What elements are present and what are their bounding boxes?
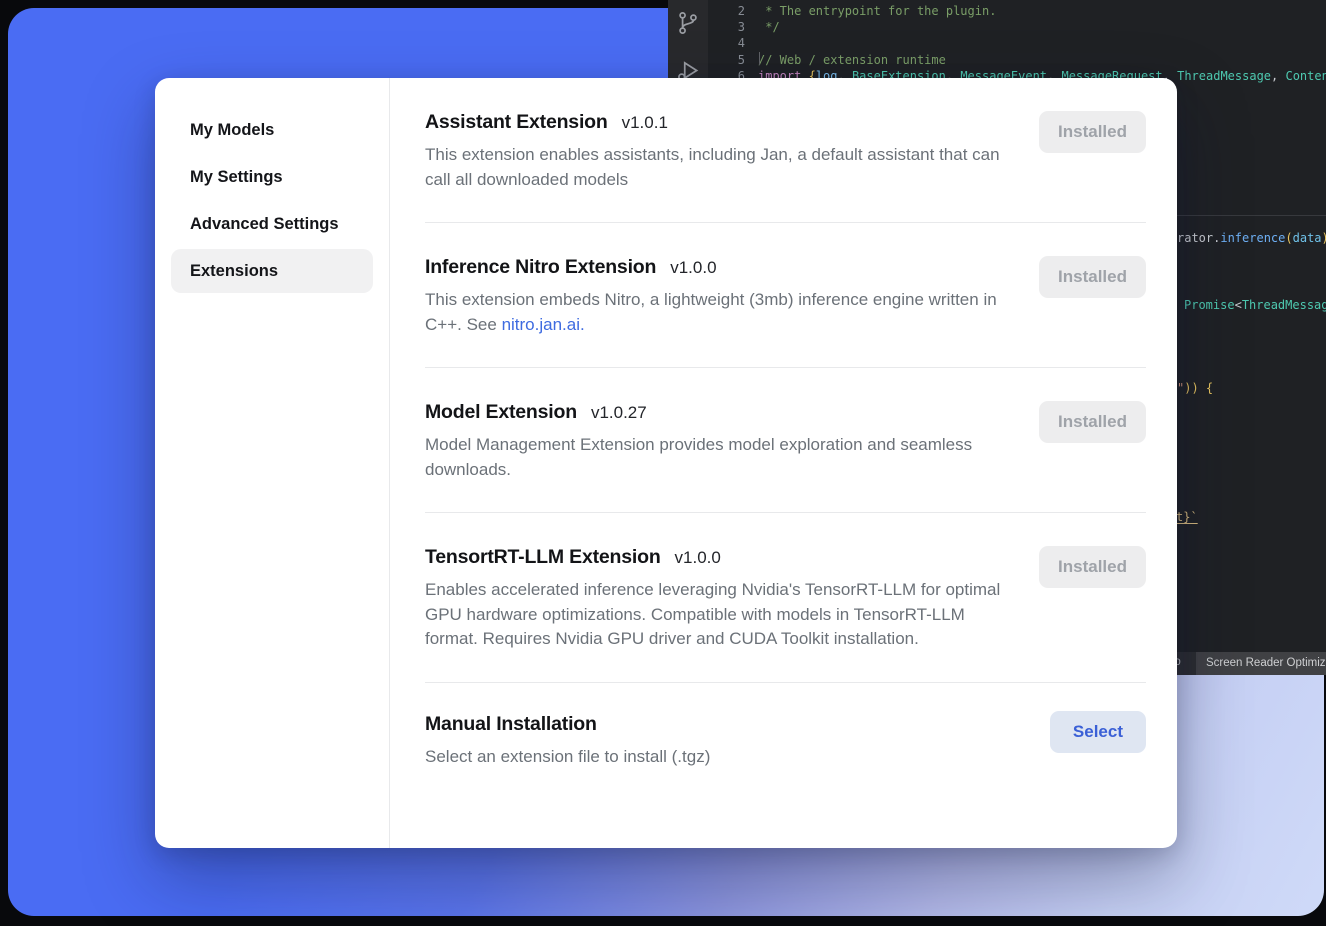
extension-name: Assistant Extension [425,111,608,134]
code-line: 4 [708,35,1326,51]
source-control-icon[interactable] [675,10,701,36]
code-fragment: rator.inference(data)); [1177,231,1326,245]
code-line: 3 */ [708,19,1326,35]
extension-description: Select an extension file to install (.tg… [425,745,1003,770]
line-number: 3 [708,19,745,35]
code-fragment: Promise<ThreadMessage> [1184,298,1326,312]
sidebar-item-label: Advanced Settings [190,215,339,234]
nitro-link[interactable]: nitro.jan.ai. [502,315,585,334]
extension-row: TensortRT-LLM Extension v1.0.0 Enables a… [425,513,1146,683]
extension-header: Inference Nitro Extension v1.0.0 [425,256,1146,279]
sidebar-item-label: My Models [190,121,274,140]
extension-header: Manual Installation [425,713,1146,736]
line-number: 5 [708,52,745,68]
sidebar-item-advanced-settings[interactable]: Advanced Settings [171,202,373,246]
sidebar-item-my-settings[interactable]: My Settings [171,155,373,199]
line-number: 2 [708,3,745,19]
code-line: 2 * The entrypoint for the plugin. [708,3,1326,19]
extension-description: This extension embeds Nitro, a lightweig… [425,288,1003,337]
screenshot-canvas: 2 * The entrypoint for the plugin.3 */45… [0,0,1326,926]
extension-header: TensortRT-LLM Extension v1.0.0 [425,546,1146,569]
installed-button[interactable]: Installed [1039,546,1146,588]
extension-name: TensortRT-LLM Extension [425,546,661,569]
sidebar-item-extensions[interactable]: Extensions [171,249,373,293]
installed-button[interactable]: Installed [1039,111,1146,153]
extension-row: Inference Nitro Extension v1.0.0 This ex… [425,223,1146,368]
extension-version: v1.0.0 [675,548,721,568]
extensions-list: Assistant Extension v1.0.1 This extensio… [390,78,1177,848]
extension-header: Assistant Extension v1.0.1 [425,111,1146,134]
code-line: 5// Web / extension runtime [708,52,1326,68]
installed-button[interactable]: Installed [1039,401,1146,443]
line-number: 4 [708,35,745,51]
sidebar-item-label: My Settings [190,168,283,187]
screen-reader-status[interactable]: Screen Reader Optimized [1196,652,1326,675]
code-fragment: t}` [1176,510,1198,524]
extension-name: Model Extension [425,401,577,424]
sidebar-item-my-models[interactable]: My Models [171,108,373,152]
select-button[interactable]: Select [1050,711,1146,753]
extension-description: Enables accelerated inference leveraging… [425,578,1003,652]
settings-modal: My Models My Settings Advanced Settings … [155,78,1177,848]
extension-version: v1.0.0 [670,258,716,278]
extension-version: v1.0.1 [622,113,668,133]
extension-header: Model Extension v1.0.27 [425,401,1146,424]
extension-row: Manual Installation Select an extension … [425,683,1146,800]
text-cursor [759,52,760,65]
sidebar-item-label: Extensions [190,262,278,281]
code-fragment: ")) { [1177,381,1213,395]
extension-row: Model Extension v1.0.27 Model Management… [425,368,1146,513]
extension-version: v1.0.27 [591,403,647,423]
extension-description: This extension enables assistants, inclu… [425,143,1003,192]
extension-name: Inference Nitro Extension [425,256,656,279]
installed-button[interactable]: Installed [1039,256,1146,298]
settings-sidebar: My Models My Settings Advanced Settings … [155,78,390,848]
extension-name: Manual Installation [425,713,597,736]
extension-description: Model Management Extension provides mode… [425,433,1003,482]
extension-row: Assistant Extension v1.0.1 This extensio… [425,78,1146,223]
